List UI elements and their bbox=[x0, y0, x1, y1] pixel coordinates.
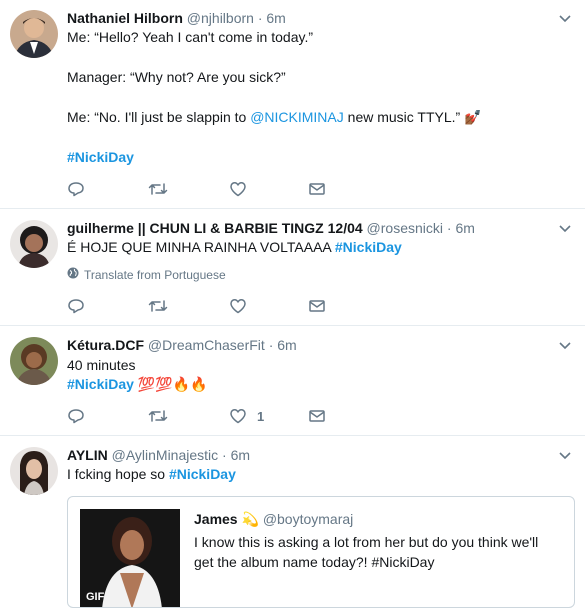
dm-icon bbox=[308, 297, 326, 315]
reply-button[interactable] bbox=[67, 406, 85, 426]
like-button[interactable]: 1 bbox=[229, 406, 264, 426]
tweet-header: guilherme || CHUN LI & BARBIE TINGZ 12/0… bbox=[67, 220, 475, 236]
retweet-icon bbox=[148, 297, 168, 315]
chevron-down-icon[interactable] bbox=[557, 337, 573, 353]
chevron-down-icon[interactable] bbox=[557, 447, 573, 463]
quoted-text-line: I know this is asking a lot from her but… bbox=[194, 534, 539, 550]
timestamp[interactable]: 6m bbox=[277, 337, 296, 353]
mention-link[interactable]: @NICKIMINAJ bbox=[250, 109, 344, 125]
user-handle[interactable]: @boytoymaraj bbox=[263, 511, 353, 527]
like-icon bbox=[229, 297, 247, 315]
like-button[interactable] bbox=[229, 179, 247, 199]
reply-button[interactable] bbox=[67, 296, 85, 316]
hashtag-link[interactable]: #NickiDay bbox=[169, 466, 236, 482]
tweet-actions: 1 bbox=[67, 406, 367, 426]
tweet-card[interactable]: Nathaniel Hilborn @njhilborn · 6m Me: “H… bbox=[0, 0, 585, 209]
hashtag-link[interactable]: #NickiDay bbox=[67, 376, 134, 392]
reply-button[interactable] bbox=[67, 179, 85, 199]
tweet-text: Me: “No. I'll just be slappin to bbox=[67, 109, 251, 125]
user-handle[interactable]: @njhilborn bbox=[187, 10, 254, 26]
chevron-down-icon[interactable] bbox=[557, 220, 573, 236]
quoted-text-line: get the album name today?! #NickiDay bbox=[194, 554, 435, 570]
avatar[interactable] bbox=[10, 337, 58, 385]
user-handle[interactable]: @rosesnicki bbox=[367, 220, 443, 236]
tweet-card[interactable]: Kétura.DCF @DreamChaserFit · 6m 40 minut… bbox=[0, 325, 585, 436]
retweet-button[interactable] bbox=[148, 406, 168, 426]
dm-icon bbox=[308, 180, 326, 198]
hashtag-link[interactable]: #NickiDay bbox=[335, 239, 402, 255]
like-count: 1 bbox=[257, 408, 265, 424]
emoji: 💫 bbox=[241, 511, 259, 527]
timestamp[interactable]: 6m bbox=[266, 10, 285, 26]
tweet-text-line: 40 minutes bbox=[67, 357, 136, 373]
separator-dot: · bbox=[222, 447, 227, 463]
dm-button[interactable] bbox=[308, 406, 326, 426]
retweet-button[interactable] bbox=[148, 296, 168, 316]
display-name[interactable]: AYLIN bbox=[67, 447, 108, 463]
separator-dot: · bbox=[446, 220, 452, 236]
reply-icon bbox=[67, 180, 85, 198]
display-name[interactable]: guilherme || CHUN LI & BARBIE TINGZ 12/0… bbox=[67, 220, 363, 236]
tweet-text-line: Me: “Hello? Yeah I can't come in today.” bbox=[67, 29, 313, 45]
avatar[interactable] bbox=[10, 220, 58, 268]
globe-icon bbox=[67, 267, 84, 282]
chevron-down-icon[interactable] bbox=[557, 10, 573, 26]
tweet-text-line: I fcking hope so #NickiDay bbox=[67, 464, 236, 484]
tweet-actions bbox=[67, 296, 367, 316]
gif-badge: GIF bbox=[86, 591, 105, 603]
tweet-actions bbox=[67, 179, 367, 199]
tweet-header: Nathaniel Hilborn @njhilborn · 6m bbox=[67, 10, 286, 26]
retweet-button[interactable] bbox=[148, 179, 168, 199]
retweet-icon bbox=[148, 180, 168, 198]
display-name[interactable]: James bbox=[194, 511, 238, 527]
dm-button[interactable] bbox=[308, 296, 326, 316]
tweet-header: AYLIN @AylinMinajestic · 6m bbox=[67, 447, 250, 463]
separator-dot: · bbox=[257, 10, 263, 26]
tweet-header: Kétura.DCF @DreamChaserFit · 6m bbox=[67, 337, 297, 353]
display-name[interactable]: Kétura.DCF bbox=[67, 337, 144, 353]
separator-dot: · bbox=[268, 337, 274, 353]
gif-thumbnail[interactable]: GIF bbox=[80, 509, 180, 607]
reply-icon bbox=[67, 407, 85, 425]
dm-button[interactable] bbox=[308, 179, 326, 199]
tweet-text: I fcking hope so bbox=[67, 466, 169, 482]
user-handle[interactable]: @AylinMinajestic bbox=[112, 447, 219, 463]
dm-icon bbox=[308, 407, 326, 425]
tweet-card[interactable]: guilherme || CHUN LI & BARBIE TINGZ 12/0… bbox=[0, 208, 585, 326]
display-name[interactable]: Nathaniel Hilborn bbox=[67, 10, 183, 26]
like-icon bbox=[229, 180, 247, 198]
avatar[interactable] bbox=[10, 447, 58, 495]
quoted-tweet[interactable]: GIF James 💫 @boytoymaraj I know this is … bbox=[67, 496, 575, 608]
translate-link[interactable]: Translate from Portuguese bbox=[67, 267, 226, 282]
user-handle[interactable]: @DreamChaserFit bbox=[148, 337, 265, 353]
tweet-text: É HOJE QUE MINHA RAINHA VOLTAAAA bbox=[67, 239, 335, 255]
tweet-text-line: #NickiDay 💯💯🔥🔥 bbox=[67, 374, 208, 394]
like-icon bbox=[229, 407, 247, 425]
timestamp[interactable]: 6m bbox=[231, 447, 250, 463]
like-button[interactable] bbox=[229, 296, 247, 316]
tweet-text: new music TTYL.” bbox=[343, 109, 465, 125]
timestamp[interactable]: 6m bbox=[455, 220, 474, 236]
reply-icon bbox=[67, 297, 85, 315]
avatar[interactable] bbox=[10, 10, 58, 58]
emoji: 💯💯🔥🔥 bbox=[133, 376, 208, 392]
tweet-text-line: Manager: “Why not? Are you sick?” bbox=[67, 69, 286, 85]
retweet-icon bbox=[148, 407, 168, 425]
emoji: 💅🏾 bbox=[464, 109, 482, 125]
translate-label: Translate from Portuguese bbox=[84, 267, 226, 282]
quoted-header: James 💫 @boytoymaraj bbox=[194, 511, 353, 528]
tweet-text-line: Me: “No. I'll just be slappin to @NICKIM… bbox=[67, 107, 482, 127]
tweet-text-line: É HOJE QUE MINHA RAINHA VOLTAAAA #NickiD… bbox=[67, 237, 402, 257]
hashtag-link[interactable]: #NickiDay bbox=[67, 147, 134, 167]
